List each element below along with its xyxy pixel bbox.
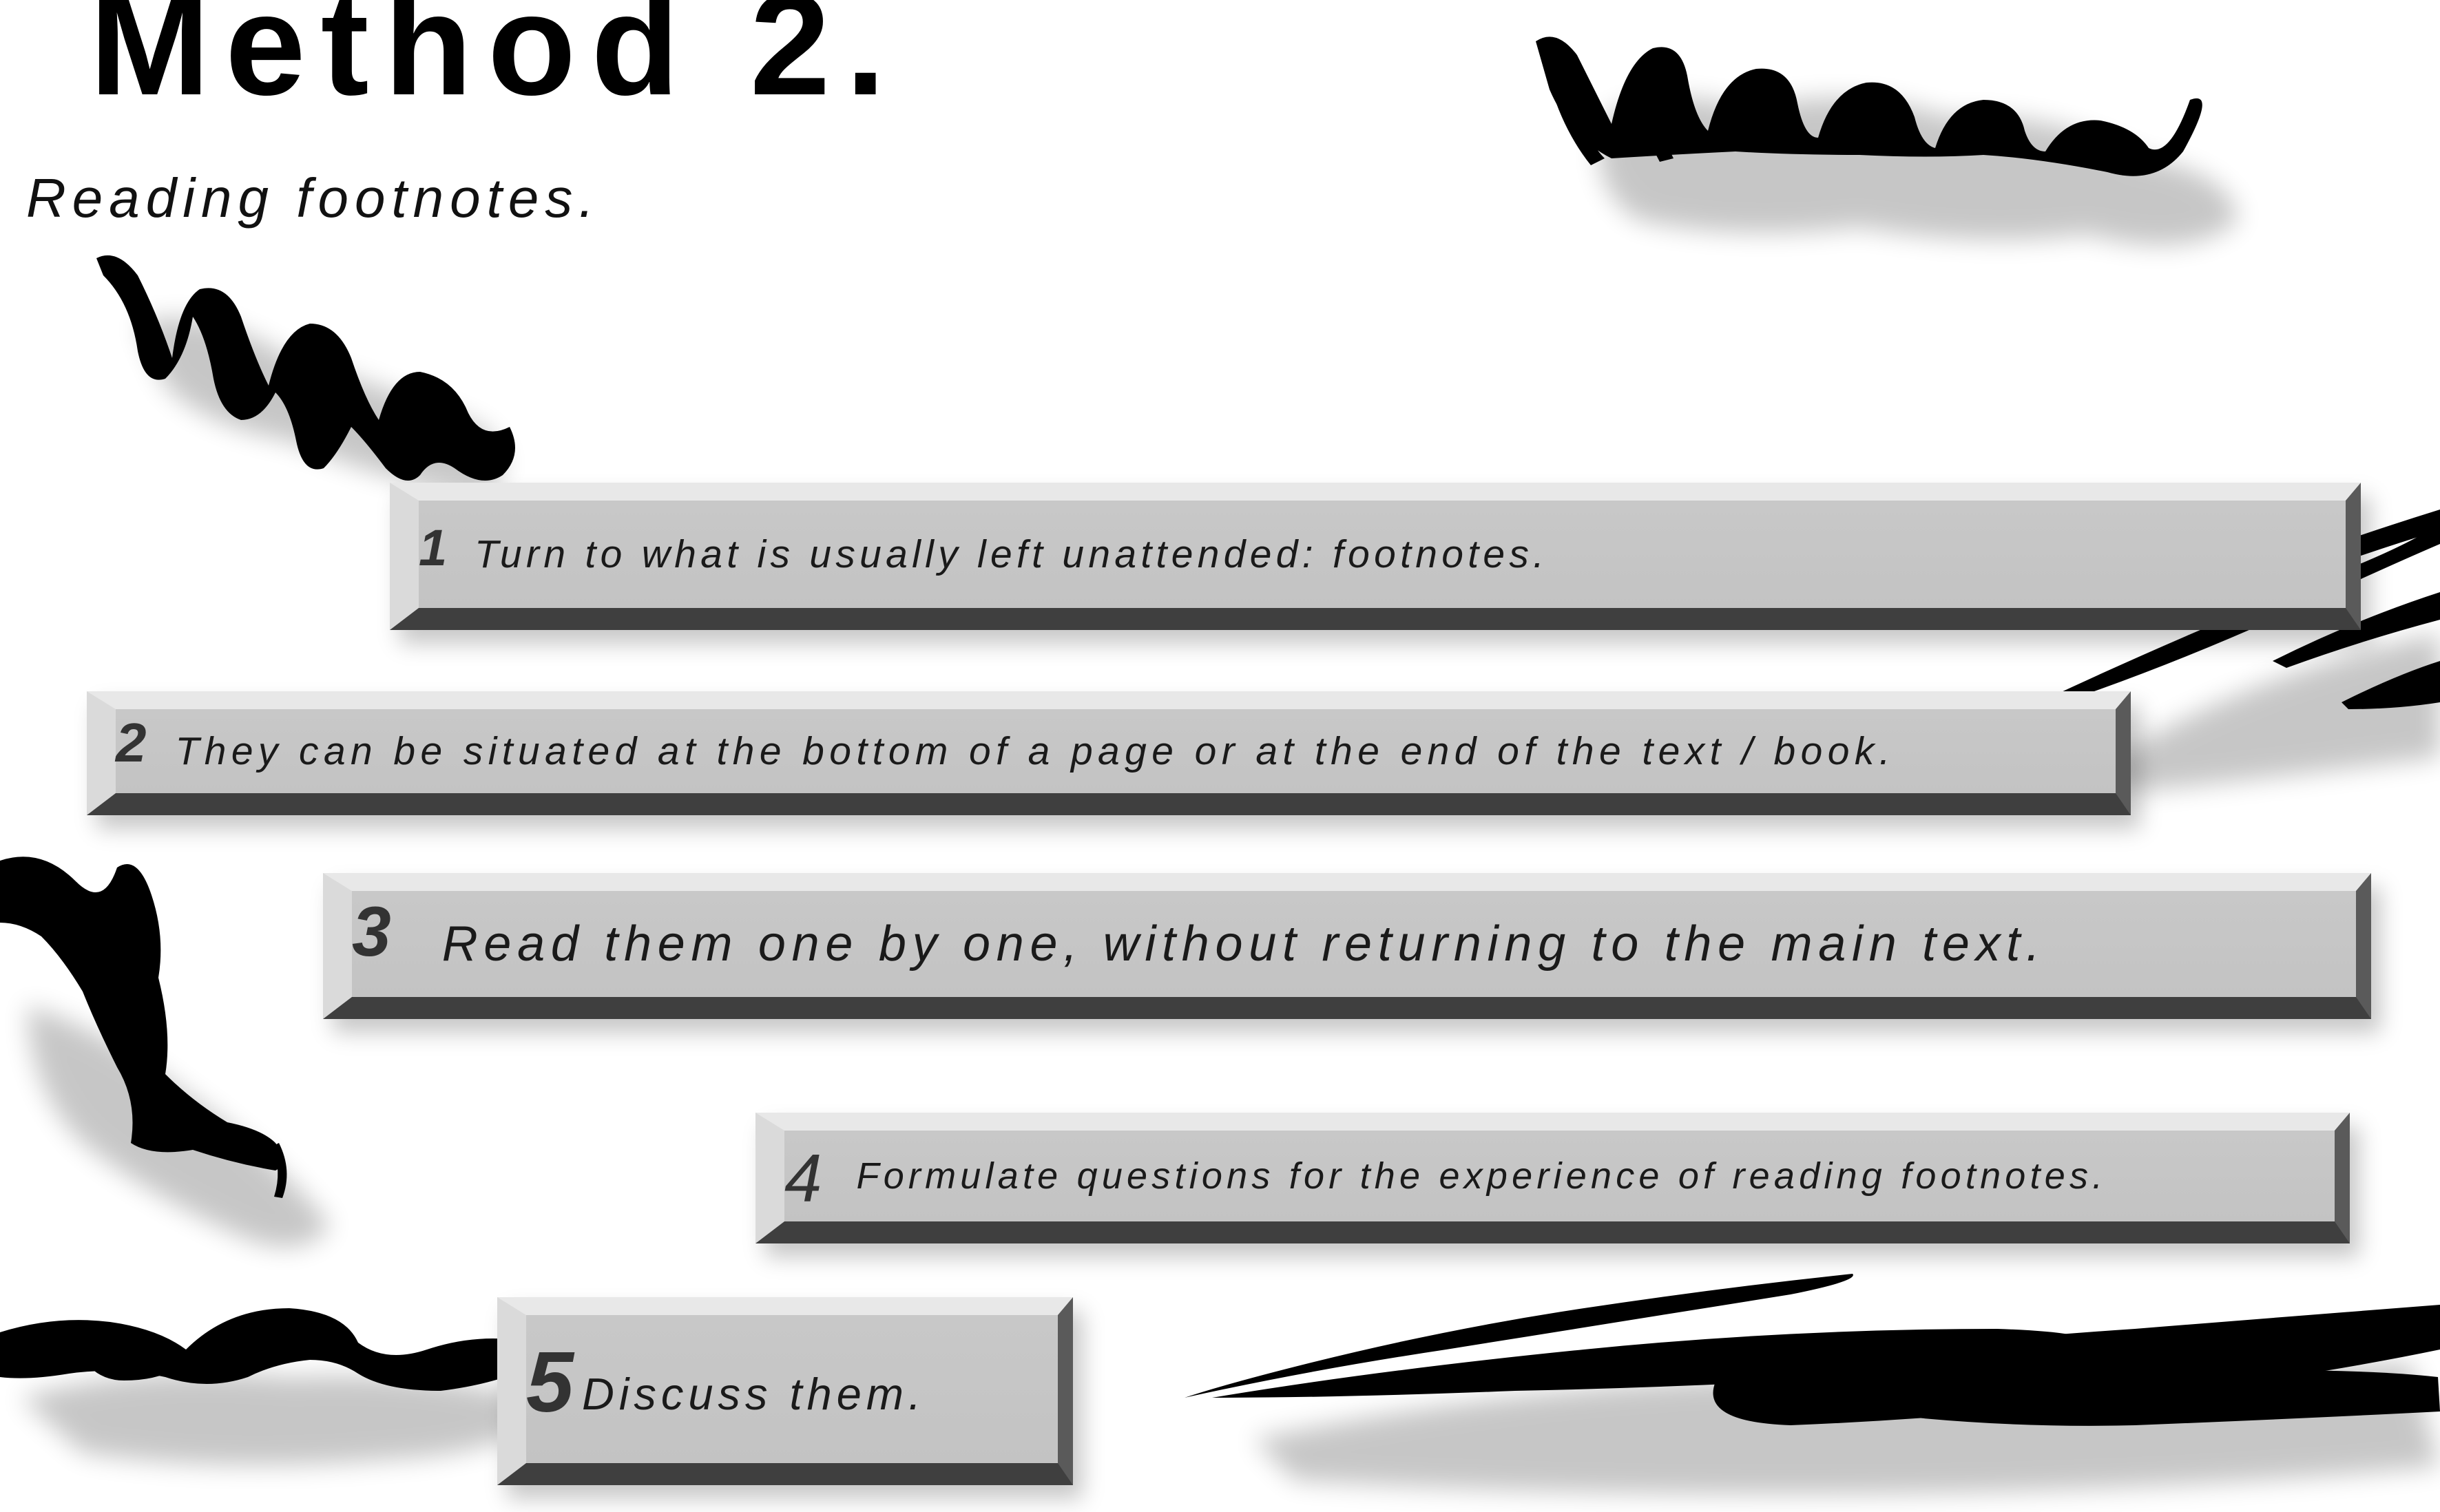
- step-number: 4: [784, 1140, 822, 1216]
- step-text: Formulate questions for the experience o…: [856, 1155, 2107, 1197]
- step-3-bar: 3 Read them one by one, without returnin…: [323, 873, 2371, 1019]
- step-number: 3: [352, 892, 391, 971]
- step-text: Turn to what is usually left unattended:…: [475, 532, 1549, 576]
- step-number: 2: [116, 712, 147, 773]
- page-subtitle: Reading footnotes.: [26, 167, 601, 229]
- step-number: 1: [419, 519, 448, 576]
- step-text: Discuss them.: [581, 1369, 926, 1419]
- step-2-bar: 2 They can be situated at the bottom of …: [87, 691, 2131, 815]
- step-5-bar: 5 Discuss them.: [497, 1297, 1073, 1485]
- step-number: 5: [526, 1334, 574, 1430]
- page-title: Method 2.: [90, 0, 901, 125]
- step-1-bar: 1 Turn to what is usually left unattende…: [390, 483, 2361, 630]
- step-text: Read them one by one, without returning …: [441, 916, 2046, 972]
- step-text: They can be situated at the bottom of a …: [175, 728, 1895, 773]
- step-4-bar: 4 Formulate questions for the experience…: [755, 1113, 2350, 1243]
